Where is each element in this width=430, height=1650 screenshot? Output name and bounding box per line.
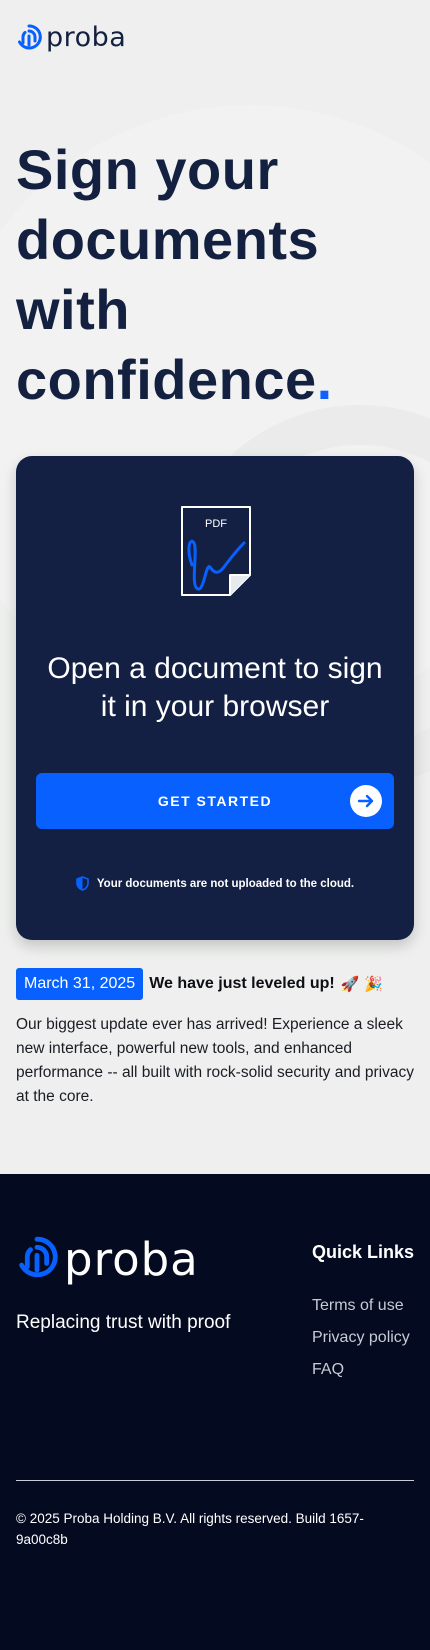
hero-title-dot: . bbox=[316, 348, 333, 411]
news-header: March 31, 2025 We have just leveled up! … bbox=[16, 968, 416, 1000]
footer-tagline: Replacing trust with proof bbox=[16, 1312, 231, 1333]
logo-wordmark: proba bbox=[46, 21, 127, 53]
proba-logo-icon bbox=[16, 24, 42, 50]
arrow-right-icon bbox=[350, 785, 382, 817]
hero-section: Sign your documents with confidence. bbox=[16, 135, 416, 415]
sign-document-card[interactable]: PDF Open a document to sign it in your b… bbox=[16, 456, 414, 940]
terms-of-use-link[interactable]: Terms of use bbox=[312, 1290, 410, 1322]
privacy-policy-link[interactable]: Privacy policy bbox=[312, 1322, 410, 1354]
quick-links-title: Quick Links bbox=[312, 1242, 415, 1262]
proba-logo-icon bbox=[16, 1236, 58, 1283]
hero-title: Sign your documents with confidence. bbox=[16, 135, 416, 415]
news-body: Our biggest update ever has arrived! Exp… bbox=[16, 1016, 414, 1105]
news-date-badge: March 31, 2025 bbox=[16, 968, 144, 1000]
pdf-label: PDF bbox=[205, 518, 227, 530]
footer-logo[interactable]: proba bbox=[16, 1236, 199, 1283]
quick-links-list: Terms of use Privacy policy FAQ bbox=[312, 1290, 410, 1386]
security-note-text: Your documents are not uploaded to the c… bbox=[96, 877, 355, 890]
footer-divider bbox=[16, 1480, 414, 1481]
signed-pdf-icon: PDF bbox=[176, 503, 256, 604]
shield-icon bbox=[76, 876, 89, 891]
security-note: Your documents are not uploaded to the c… bbox=[16, 876, 414, 891]
hero-title-text: Sign your documents with confidence bbox=[16, 138, 320, 411]
get-started-button[interactable]: GET STARTED bbox=[36, 773, 394, 829]
copyright-text: © 2025 Proba Holding B.V. All rights res… bbox=[16, 1511, 364, 1547]
rocket-party-emoji-icon: 🚀 🎉 bbox=[340, 975, 383, 993]
site-footer: proba Replacing trust with proof Quick L… bbox=[0, 1174, 430, 1650]
header-logo[interactable]: proba bbox=[16, 22, 126, 52]
get-started-label: GET STARTED bbox=[157, 793, 273, 809]
footer-wordmark: proba bbox=[64, 1233, 199, 1286]
card-headline: Open a document to sign it in your brows… bbox=[47, 652, 383, 723]
news-update: March 31, 2025 We have just leveled up! … bbox=[16, 968, 416, 1109]
faq-link[interactable]: FAQ bbox=[312, 1354, 410, 1386]
news-title: We have just leveled up! bbox=[149, 975, 335, 992]
